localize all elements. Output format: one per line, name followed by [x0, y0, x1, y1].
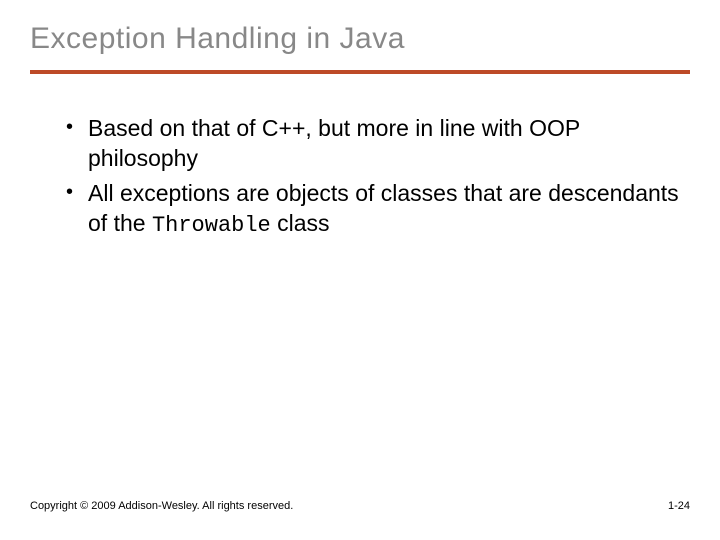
slide-title: Exception Handling in Java: [30, 22, 690, 56]
footer: Copyright © 2009 Addison-Wesley. All rig…: [30, 500, 690, 512]
list-item: Based on that of C++, but more in line w…: [66, 114, 690, 175]
page-number: 1-24: [668, 500, 690, 512]
code-term: Throwable: [152, 213, 271, 238]
title-rule: [30, 70, 690, 74]
bullet-text-post: class: [271, 210, 330, 236]
list-item: All exceptions are objects of classes th…: [66, 179, 690, 240]
copyright: Copyright © 2009 Addison-Wesley. All rig…: [30, 500, 293, 512]
bullet-list: Based on that of C++, but more in line w…: [30, 114, 690, 241]
bullet-text: Based on that of C++, but more in line w…: [88, 115, 580, 171]
